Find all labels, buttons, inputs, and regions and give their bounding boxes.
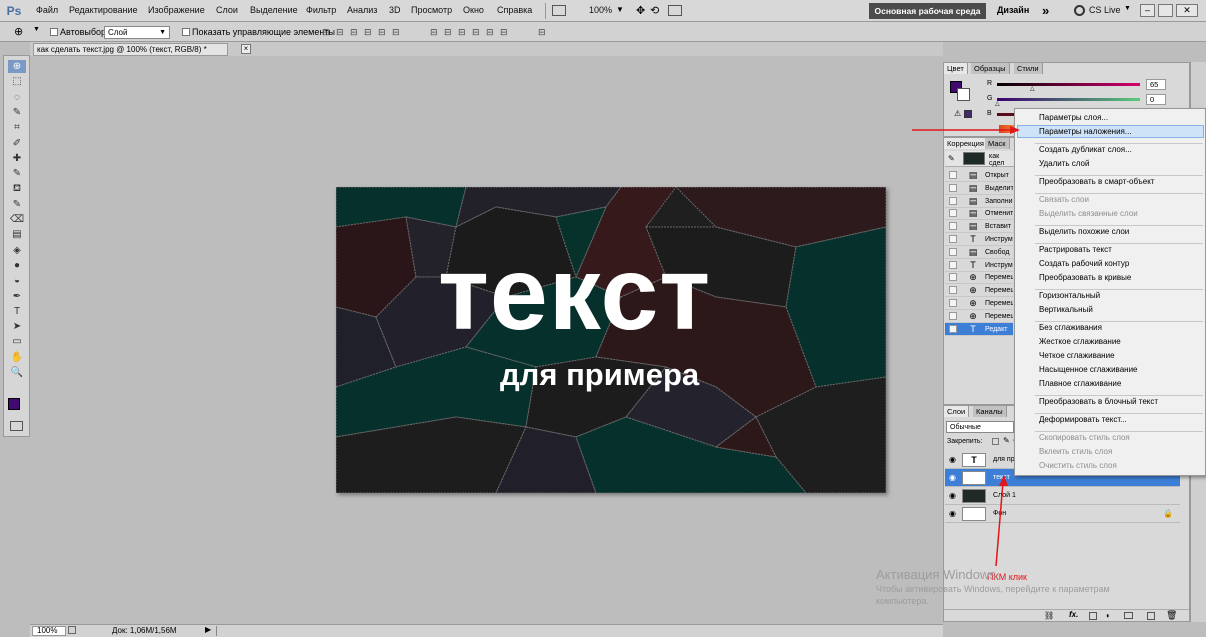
- align-icon[interactable]: ⊟: [472, 27, 480, 38]
- align-icon[interactable]: ⊟: [430, 27, 438, 38]
- align-icon[interactable]: ⊟: [350, 27, 358, 38]
- arrowhead-icon: [999, 475, 1008, 486]
- align-icon[interactable]: ⊟: [538, 27, 546, 38]
- align-icon[interactable]: ⊟: [500, 27, 508, 38]
- arrowhead-icon: [1010, 126, 1020, 134]
- windows-activation-text: Чтобы активировать Windows, перейдите к …: [876, 584, 1110, 594]
- annotation-arrows: [912, 126, 1020, 567]
- align-icon[interactable]: ⊟: [364, 27, 372, 38]
- align-icon[interactable]: ⊟: [322, 27, 330, 38]
- align-icon[interactable]: ⊟: [458, 27, 466, 38]
- align-icon[interactable]: ⊟: [378, 27, 386, 38]
- align-icon[interactable]: ⊟: [392, 27, 400, 38]
- align-icon[interactable]: ⊟: [444, 27, 452, 38]
- windows-activation-text-2: компьютера.: [876, 596, 929, 606]
- align-icon[interactable]: ⊟: [336, 27, 344, 38]
- arrow-to-layer: [995, 481, 1004, 567]
- windows-activation-title: Активация Windows: [876, 567, 996, 582]
- align-icon[interactable]: ⊟: [486, 27, 494, 38]
